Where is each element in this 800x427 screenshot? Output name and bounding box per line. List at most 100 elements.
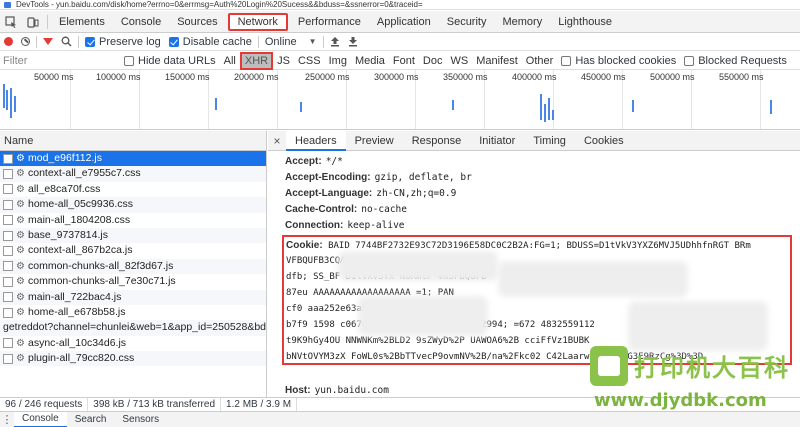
- tab-separator: [47, 14, 48, 29]
- request-row[interactable]: ⚙ main-all_722bac4.js: [0, 289, 266, 305]
- header-value: gzip, deflate, br: [374, 172, 472, 183]
- network-filter-bar: Filter Hide data URLs All XHR JS CSS Img…: [0, 51, 800, 70]
- request-row[interactable]: ⚙ home-all_05c9936.css: [0, 197, 266, 213]
- request-name: common-chunks-all_7e30c71.js: [28, 275, 176, 288]
- filter-toggle-button[interactable]: [39, 33, 57, 51]
- inspect-element-icon[interactable]: [0, 11, 22, 33]
- tick-label: 450000 ms: [581, 72, 626, 82]
- redaction-blur: [358, 296, 488, 336]
- tab-sources[interactable]: Sources: [169, 11, 225, 33]
- request-row[interactable]: ⚙ main-all_1804208.css: [0, 213, 266, 228]
- timeline-request-bar: [552, 110, 554, 120]
- has-blocked-cookies-checkbox[interactable]: Has blocked cookies: [557, 52, 680, 70]
- tab-application[interactable]: Application: [369, 11, 439, 33]
- type-filter-all[interactable]: All: [220, 54, 240, 68]
- timeline-request-bar: [540, 94, 542, 120]
- gear-icon: ⚙: [16, 229, 25, 241]
- gear-icon: ⚙: [16, 168, 25, 180]
- tab-memory[interactable]: Memory: [494, 11, 550, 33]
- request-row[interactable]: ⚙ common-chunks-all_7e30c71.js: [0, 274, 266, 289]
- drawer-tab-sensors[interactable]: Sensors: [114, 414, 167, 425]
- tab-performance[interactable]: Performance: [290, 11, 369, 33]
- tab-initiator[interactable]: Initiator: [470, 131, 524, 151]
- search-button[interactable]: [57, 33, 76, 51]
- tick-label: 100000 ms: [96, 72, 141, 82]
- request-row[interactable]: ⚙ plugin-all_79cc820.css: [0, 351, 266, 367]
- filter-input[interactable]: Filter: [0, 52, 120, 70]
- tab-headers[interactable]: Headers: [286, 130, 346, 151]
- cookie-value-text: BAID 7744BF2732E93C72D3196E58DC0C2B2A:FG…: [328, 241, 751, 251]
- tab-timing[interactable]: Timing: [524, 131, 575, 151]
- request-name: plugin-all_79cc820.css: [28, 352, 135, 365]
- hide-data-urls-checkbox[interactable]: Hide data URLs: [120, 52, 220, 70]
- download-icon: [348, 37, 357, 47]
- column-header-name[interactable]: Name: [0, 131, 267, 151]
- devtools-icon: [4, 2, 11, 8]
- drawer-tab-console[interactable]: Console: [14, 411, 67, 427]
- tab-security[interactable]: Security: [439, 11, 495, 33]
- request-row[interactable]: getreddot?channel=chunlei&web=1&app_id=2…: [0, 320, 266, 336]
- clear-icon: [21, 37, 30, 46]
- close-icon[interactable]: ×: [268, 134, 286, 148]
- header-row: Host: yun.baidu.com: [285, 385, 389, 396]
- type-filter-css[interactable]: CSS: [294, 54, 325, 68]
- checkbox-unchecked-icon: [684, 55, 695, 66]
- tick-label: 300000 ms: [374, 72, 419, 82]
- tab-elements[interactable]: Elements: [51, 11, 113, 33]
- checkbox-checked-icon: [85, 36, 95, 47]
- type-filter-js[interactable]: JS: [273, 54, 294, 68]
- tab-cookies[interactable]: Cookies: [575, 131, 633, 151]
- tick-label: 550000 ms: [719, 72, 764, 82]
- type-filter-ws[interactable]: WS: [446, 54, 472, 68]
- redaction-blur: [338, 251, 498, 281]
- blocked-requests-checkbox[interactable]: Blocked Requests: [680, 52, 791, 70]
- type-filter-manifest[interactable]: Manifest: [472, 54, 522, 68]
- timeline-request-bar: [6, 90, 8, 110]
- request-name: async-all_10c34d6.js: [28, 336, 127, 349]
- request-row[interactable]: ⚙ async-all_10c34d6.js: [0, 336, 266, 351]
- type-filter-img[interactable]: Img: [325, 54, 351, 68]
- request-row[interactable]: ⚙ mod_e96f112.js: [0, 151, 266, 167]
- type-filter-doc[interactable]: Doc: [419, 54, 447, 68]
- export-har-button[interactable]: [344, 33, 362, 51]
- request-name: common-chunks-all_82f3d67.js: [28, 259, 174, 272]
- preserve-log-checkbox[interactable]: Preserve log: [81, 33, 165, 51]
- import-har-button[interactable]: [326, 33, 344, 51]
- request-row[interactable]: ⚙ context-all_e7955c7.css: [0, 166, 266, 182]
- header-row: Accept-Language: zh-CN,zh;q=0.9: [285, 188, 456, 199]
- timeline-request-bar: [10, 88, 12, 118]
- network-overview-timeline[interactable]: 50000 ms 100000 ms 150000 ms 200000 ms 2…: [0, 70, 800, 130]
- tab-console[interactable]: Console: [113, 11, 169, 33]
- device-toolbar-icon[interactable]: [22, 11, 44, 33]
- disable-cache-checkbox[interactable]: Disable cache: [165, 33, 256, 51]
- type-filter-xhr[interactable]: XHR: [239, 51, 274, 70]
- type-filter-other[interactable]: Other: [522, 54, 558, 68]
- tab-lighthouse[interactable]: Lighthouse: [550, 11, 620, 33]
- request-row[interactable]: ⚙ common-chunks-all_82f3d67.js: [0, 258, 266, 275]
- request-name: all_e8ca70f.css: [28, 182, 101, 195]
- throttle-select[interactable]: Online ▼: [261, 33, 321, 51]
- record-button[interactable]: [0, 33, 17, 51]
- drawer-tab-search[interactable]: Search: [67, 414, 115, 425]
- tab-network[interactable]: Network: [227, 12, 288, 31]
- gear-icon: ⚙: [16, 337, 25, 349]
- tab-preview[interactable]: Preview: [346, 131, 403, 151]
- request-row[interactable]: ⚙ context-all_867b2ca.js: [0, 243, 266, 258]
- type-filter-media[interactable]: Media: [351, 54, 389, 68]
- request-name: base_9737814.js: [28, 228, 108, 241]
- checkbox-unchecked-icon: [561, 55, 572, 66]
- tick-label: 500000 ms: [650, 72, 695, 82]
- request-row[interactable]: ⚙ home-all_e678b58.js: [0, 305, 266, 320]
- more-tools-icon[interactable]: ⋮: [0, 413, 14, 426]
- request-row[interactable]: ⚙ base_9737814.js: [0, 227, 266, 244]
- header-name: Connection:: [285, 220, 344, 231]
- chevron-down-icon: ▼: [308, 37, 317, 46]
- clear-button[interactable]: [17, 33, 34, 51]
- has-blocked-cookies-label: Has blocked cookies: [575, 54, 677, 67]
- request-row[interactable]: ⚙ all_e8ca70f.css: [0, 182, 266, 197]
- tab-response[interactable]: Response: [403, 131, 471, 151]
- redaction-blur: [498, 261, 688, 297]
- type-filter-font[interactable]: Font: [389, 54, 419, 68]
- record-icon: [4, 37, 13, 46]
- file-type-icon: [3, 169, 13, 180]
